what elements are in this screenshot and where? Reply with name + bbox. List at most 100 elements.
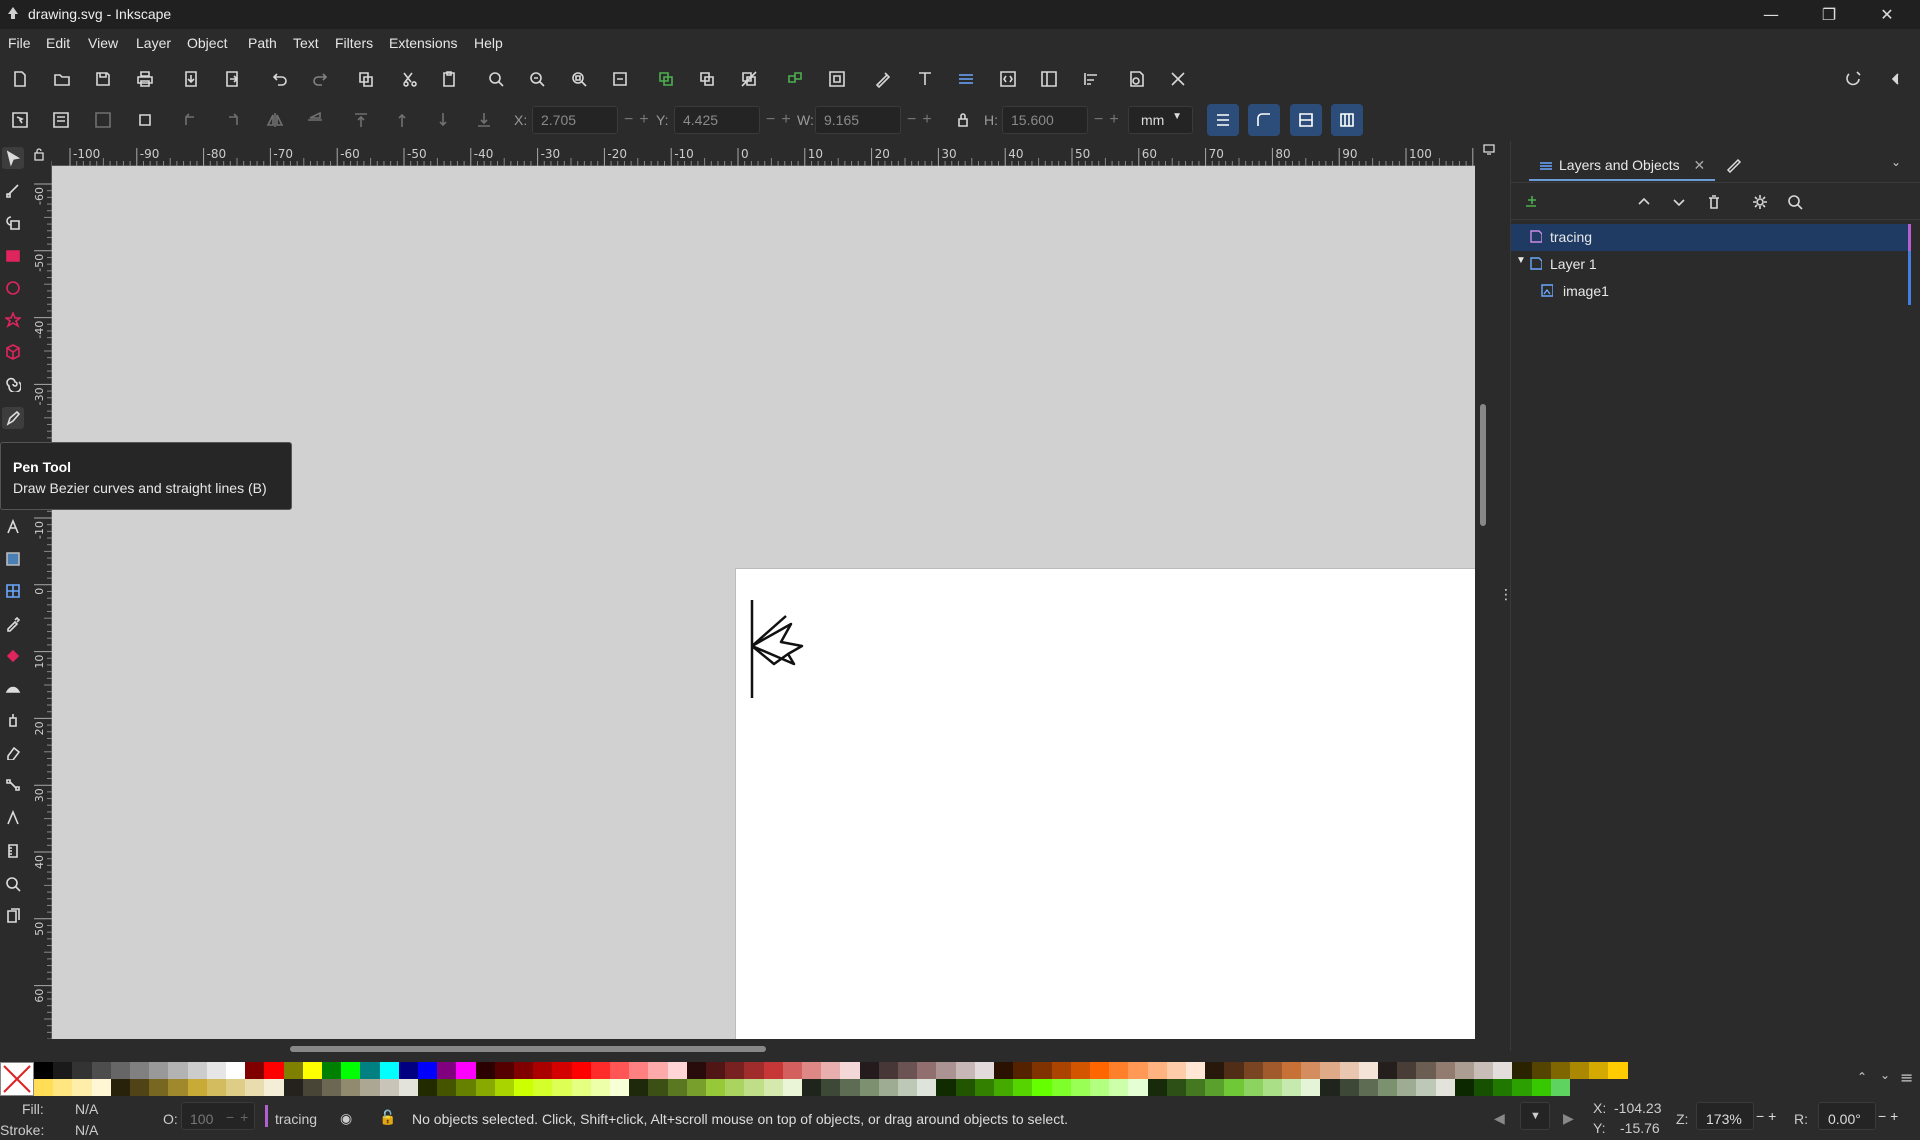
menu-view[interactable]: View [88,35,118,51]
rotation-stepper[interactable]: −+ [1878,1108,1902,1124]
color-swatch[interactable] [821,1079,841,1096]
color-swatch[interactable] [1416,1079,1437,1096]
xml-editor-button[interactable] [995,66,1021,92]
color-swatch[interactable] [1589,1062,1609,1079]
color-swatch[interactable] [456,1079,477,1096]
color-swatch[interactable] [648,1062,669,1079]
color-swatch[interactable] [72,1079,93,1096]
color-swatch[interactable] [1205,1079,1225,1096]
cut-button[interactable] [395,66,421,92]
menu-path[interactable]: Path [248,35,277,51]
zoom-page-button[interactable] [566,66,592,92]
color-swatch[interactable] [1474,1062,1494,1079]
menu-object[interactable]: Object [187,35,227,51]
color-swatch[interactable] [782,1062,803,1079]
lower-layer-button[interactable] [1666,189,1692,215]
color-swatch[interactable] [782,1079,803,1096]
color-swatch[interactable] [398,1079,419,1096]
w-stepper[interactable]: −+ [907,111,938,129]
dropper-tool[interactable] [2,613,24,635]
undo-button[interactable] [266,66,292,92]
color-swatch[interactable] [1320,1062,1341,1079]
clone-button[interactable] [694,66,720,92]
color-swatch[interactable] [360,1062,381,1079]
search-button[interactable] [1782,189,1808,215]
select-all-button[interactable] [7,107,33,133]
horizontal-scrollbar[interactable] [290,1046,766,1052]
spiral-tool[interactable] [2,373,24,395]
color-swatch[interactable] [1397,1062,1417,1079]
color-swatch[interactable] [936,1062,957,1079]
color-swatch[interactable] [1531,1062,1552,1079]
lower-to-bottom-button[interactable] [471,107,497,133]
color-swatch[interactable] [802,1062,822,1079]
x-input[interactable]: 2.705 [532,106,618,134]
color-swatch[interactable] [1378,1079,1398,1096]
deselect-button[interactable] [90,107,116,133]
zoom-stepper[interactable]: −+ [1756,1108,1780,1124]
color-swatch[interactable] [1550,1079,1571,1096]
color-swatch[interactable] [667,1062,688,1079]
color-swatch[interactable] [475,1079,496,1096]
fill-value[interactable]: N/A [75,1101,98,1117]
color-swatch[interactable] [725,1079,745,1096]
color-swatch[interactable] [226,1079,246,1096]
paint-bucket-tool[interactable] [2,645,24,667]
color-swatch[interactable] [1493,1079,1513,1096]
color-swatch[interactable] [994,1062,1014,1079]
3d-box-tool[interactable] [2,341,24,363]
color-swatch[interactable] [898,1062,918,1079]
color-swatch[interactable] [149,1062,169,1079]
color-swatch[interactable] [341,1079,361,1096]
color-swatch[interactable] [1416,1062,1437,1079]
lock-icon[interactable]: 🔓 [379,1109,396,1126]
color-swatch[interactable] [1186,1079,1206,1096]
ellipse-tool[interactable] [2,277,24,299]
object-row-image1[interactable]: image1 [1511,278,1911,305]
raise-layer-button[interactable] [1631,189,1657,215]
transform-patterns-toggle[interactable] [1331,104,1363,136]
palette-scroll-down-icon[interactable]: ⌄ [1880,1068,1890,1082]
color-swatch[interactable] [1339,1079,1360,1096]
color-swatch[interactable] [648,1079,669,1096]
color-swatch[interactable] [1282,1079,1302,1096]
raise-to-top-button[interactable] [348,107,374,133]
color-swatch[interactable] [1090,1062,1110,1079]
stroke-value[interactable]: N/A [75,1122,98,1138]
color-swatch[interactable] [322,1062,342,1079]
color-swatch[interactable] [34,1062,54,1079]
color-swatch[interactable] [379,1062,400,1079]
color-swatch[interactable] [1397,1079,1417,1096]
color-swatch[interactable] [1301,1079,1321,1096]
color-swatch[interactable] [725,1062,745,1079]
color-swatch[interactable] [1070,1079,1091,1096]
palette-menu-icon[interactable]: ≡ [1900,1068,1913,1087]
color-swatch[interactable] [360,1079,381,1096]
layers-button[interactable] [953,66,979,92]
color-swatch[interactable] [552,1079,573,1096]
color-swatch[interactable] [878,1079,899,1096]
color-swatch[interactable] [1435,1079,1456,1096]
color-swatch[interactable] [955,1079,976,1096]
connector-tool[interactable] [2,774,24,796]
close-button[interactable]: ✕ [1858,0,1916,29]
color-swatch[interactable] [1512,1062,1533,1079]
new-document-button[interactable] [7,66,33,92]
color-swatch[interactable] [1032,1079,1053,1096]
fill-stroke-tab[interactable] [1725,155,1743,174]
rotate-cw-button[interactable] [219,107,245,133]
color-swatch[interactable] [533,1062,553,1079]
color-swatch[interactable] [571,1079,592,1096]
text-tool[interactable] [2,516,24,538]
color-swatch[interactable] [1051,1062,1072,1079]
color-swatch[interactable] [168,1079,189,1096]
color-swatch[interactable] [840,1079,861,1096]
menu-layer[interactable]: Layer [136,35,171,51]
color-swatch[interactable] [1301,1062,1321,1079]
color-swatch[interactable] [936,1079,957,1096]
color-swatch[interactable] [1320,1079,1341,1096]
lpe-tool[interactable] [2,807,24,829]
color-swatch[interactable] [1166,1079,1187,1096]
x-stepper[interactable]: −+ [624,111,655,129]
color-swatch[interactable] [821,1062,841,1079]
